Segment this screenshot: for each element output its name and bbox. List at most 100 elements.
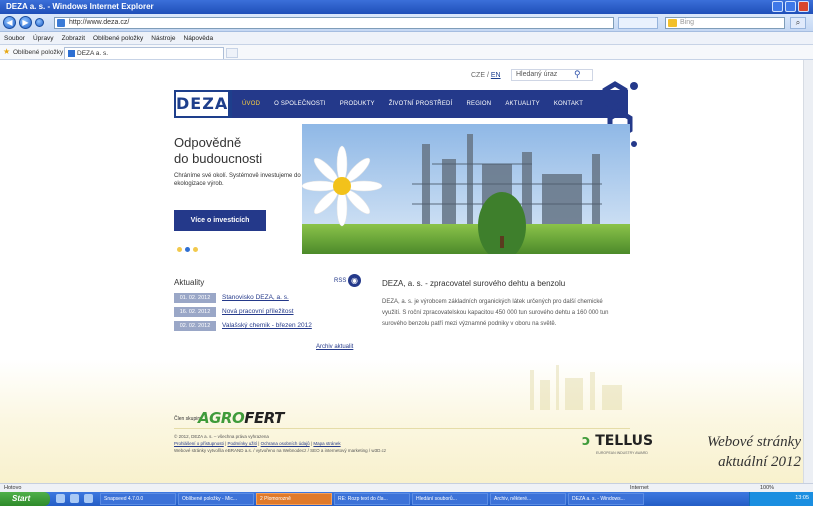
nav-aktuality[interactable]: AKTUALITY bbox=[505, 101, 539, 107]
rss-icon[interactable]: ◉ bbox=[348, 274, 361, 287]
tab-title: DEZA a. s. bbox=[77, 50, 109, 57]
window-title: DEZA a. s. - Windows Internet Explorer bbox=[6, 2, 154, 11]
url-text: http://www.deza.cz/ bbox=[69, 19, 130, 26]
investments-button[interactable]: Více o investicích bbox=[174, 210, 266, 231]
news-archive-link[interactable]: Archiv aktualit bbox=[316, 344, 353, 350]
taskbar-item[interactable]: Snapseed 4.7.0.0 bbox=[100, 493, 176, 505]
back-button[interactable]: ◀ bbox=[3, 16, 16, 29]
news-link[interactable]: Nová pracovní příležitost bbox=[222, 307, 294, 317]
tellus-logo[interactable]: ↄ TELLUS bbox=[582, 433, 653, 449]
rss-link[interactable]: RSS bbox=[334, 278, 346, 284]
lang-cz[interactable]: CZE bbox=[471, 72, 485, 79]
menu-tools[interactable]: Nástroje bbox=[151, 35, 175, 42]
quick-launch-icon[interactable] bbox=[70, 494, 79, 503]
maximize-button[interactable] bbox=[785, 1, 796, 12]
news-link[interactable]: Valašský chemik - březen 2012 bbox=[222, 321, 312, 331]
taskbar-items: Snapseed 4.7.0.0 Oblíbené položky - Mic.… bbox=[100, 493, 644, 505]
agrofert-logo-agro: AGRO bbox=[198, 409, 245, 427]
minimize-button[interactable] bbox=[772, 1, 783, 12]
taskbar: Start Snapseed 4.7.0.0 Oblíbené položky … bbox=[0, 492, 813, 506]
about-heading: DEZA, a. s. - zpracovatel surového dehtu… bbox=[382, 279, 566, 288]
news-date: 01. 02. 2012 bbox=[174, 293, 216, 303]
browser-search-input[interactable]: Bing bbox=[665, 17, 785, 29]
agrofert-logo[interactable]: AGROFERT bbox=[198, 409, 284, 427]
nav-kontakt[interactable]: KONTAKT bbox=[554, 101, 583, 107]
slider-dot[interactable] bbox=[193, 247, 198, 252]
system-tray: 13:05 bbox=[749, 492, 813, 506]
address-bar: ◀ ▶ http://www.deza.cz/ Bing ⌕ bbox=[0, 14, 813, 32]
search-icon[interactable]: ⚲ bbox=[574, 69, 581, 79]
nav-produkty[interactable]: PRODUKTY bbox=[340, 101, 375, 107]
taskbar-item[interactable]: 2 Plomorozně bbox=[256, 493, 332, 505]
menu-help[interactable]: Nápověda bbox=[184, 35, 214, 42]
hero-text: Chráníme své okolí. Systémově investujem… bbox=[174, 173, 301, 187]
hero-refinery-image bbox=[302, 124, 630, 254]
deza-logo[interactable]: DEZA bbox=[174, 90, 230, 118]
news-date: 16. 02. 2012 bbox=[174, 307, 216, 317]
menu-edit[interactable]: Úpravy bbox=[33, 35, 54, 42]
hero-title-line1: Odpovědně bbox=[174, 135, 242, 150]
zoom-level[interactable]: 100% bbox=[760, 485, 774, 491]
nav-region[interactable]: REGION bbox=[466, 101, 491, 107]
status-text: Hotovo bbox=[4, 485, 22, 491]
browser-search-icon[interactable]: ⌕ bbox=[790, 17, 806, 29]
taskbar-item[interactable]: RE: Rozp text do čla... bbox=[334, 493, 410, 505]
status-bar: Hotovo Internet 100% bbox=[0, 483, 813, 492]
lang-en[interactable]: EN bbox=[491, 72, 501, 79]
about-text: DEZA, a. s. je výrobcem základních organ… bbox=[382, 299, 609, 327]
taskbar-item[interactable]: Hledání souborů... bbox=[412, 493, 488, 505]
footer: © 2012, DEZA a. s. – všechna práva vyhra… bbox=[174, 433, 386, 454]
quick-launch-icon[interactable] bbox=[56, 494, 65, 503]
menu-view[interactable]: Zobrazit bbox=[62, 35, 85, 42]
nav-uvod[interactable]: ÚVOD bbox=[242, 101, 260, 107]
slider-dot[interactable] bbox=[177, 247, 182, 252]
quick-launch-icon[interactable] bbox=[84, 494, 93, 503]
taskbar-item[interactable]: Oblíbené položky - Mic... bbox=[178, 493, 254, 505]
close-button[interactable] bbox=[798, 1, 809, 12]
tab-favicon-icon bbox=[68, 50, 75, 57]
security-zone[interactable]: Internet bbox=[630, 485, 649, 491]
footer-credit: Webové stránky vytvořila eBRAND a.s. / v… bbox=[174, 448, 387, 453]
nav-zivotni-prostredi[interactable]: ŽIVOTNÍ PROSTŘEDÍ bbox=[389, 101, 453, 107]
page-viewport: CZE / EN Hledaný úraz ⚲ DEZA ÚVOD O SPOL… bbox=[0, 60, 813, 483]
footer-link[interactable]: Prohlášení o přístupnosti bbox=[174, 441, 224, 446]
menu-file[interactable]: Soubor bbox=[4, 35, 25, 42]
agrofert-logo-fert: FERT bbox=[244, 409, 284, 427]
site-favicon-icon bbox=[57, 19, 65, 27]
news-link[interactable]: Stanovisko DEZA, a. s. bbox=[222, 293, 289, 303]
taskbar-item[interactable]: DEZA a. s. - Windows... bbox=[568, 493, 644, 505]
favorites-label[interactable]: Oblíbené položky bbox=[13, 49, 63, 56]
site-search-input[interactable]: Hledaný úraz bbox=[511, 69, 593, 81]
favorites-bar: ★ Oblíbené položky DEZA a. s. bbox=[0, 45, 813, 60]
tellus-name: TELLUS bbox=[595, 433, 654, 449]
refresh-stop-buttons[interactable] bbox=[618, 17, 658, 29]
news-list: 01. 02. 2012 Stanovisko DEZA, a. s. 16. … bbox=[174, 293, 374, 335]
news-item: 01. 02. 2012 Stanovisko DEZA, a. s. bbox=[174, 293, 374, 307]
window-controls bbox=[772, 1, 809, 12]
new-tab-button[interactable] bbox=[226, 48, 238, 58]
vertical-scrollbar[interactable] bbox=[803, 60, 813, 483]
start-button[interactable]: Start bbox=[0, 492, 50, 506]
main-navigation: ÚVOD O SPOLEČNOSTI PRODUKTY ŽIVOTNÍ PROS… bbox=[232, 90, 628, 118]
footer-link[interactable]: Ochrana osobních údajů bbox=[261, 441, 310, 446]
footer-link[interactable]: Podmínky užití bbox=[227, 441, 257, 446]
favorites-star-icon[interactable]: ★ bbox=[3, 48, 10, 56]
news-heading: Aktuality bbox=[174, 278, 205, 287]
footer-copyright: © 2012, DEZA a. s. – všechna práva vyhra… bbox=[174, 434, 269, 439]
taskbar-item[interactable]: Archiv, některé... bbox=[490, 493, 566, 505]
forward-button[interactable]: ▶ bbox=[19, 16, 32, 29]
nav-o-spolecnosti[interactable]: O SPOLEČNOSTI bbox=[274, 101, 326, 107]
image-caption: Webové stránky aktuální 2012 bbox=[707, 432, 801, 472]
history-dropdown-icon[interactable] bbox=[35, 18, 44, 27]
window-titlebar: DEZA a. s. - Windows Internet Explorer bbox=[0, 0, 813, 14]
footer-link[interactable]: Mapa stránek bbox=[313, 441, 340, 446]
news-date: 02. 02. 2012 bbox=[174, 321, 216, 331]
quick-launch bbox=[56, 494, 93, 503]
browser-search-placeholder: Bing bbox=[680, 19, 695, 26]
clock[interactable]: 13:05 bbox=[795, 495, 809, 501]
slider-dots bbox=[177, 247, 198, 252]
browser-tab[interactable]: DEZA a. s. bbox=[64, 47, 224, 59]
slider-dot-active[interactable] bbox=[185, 247, 190, 252]
url-input[interactable]: http://www.deza.cz/ bbox=[54, 17, 614, 29]
menu-favorites[interactable]: Oblíbené položky bbox=[93, 35, 143, 42]
